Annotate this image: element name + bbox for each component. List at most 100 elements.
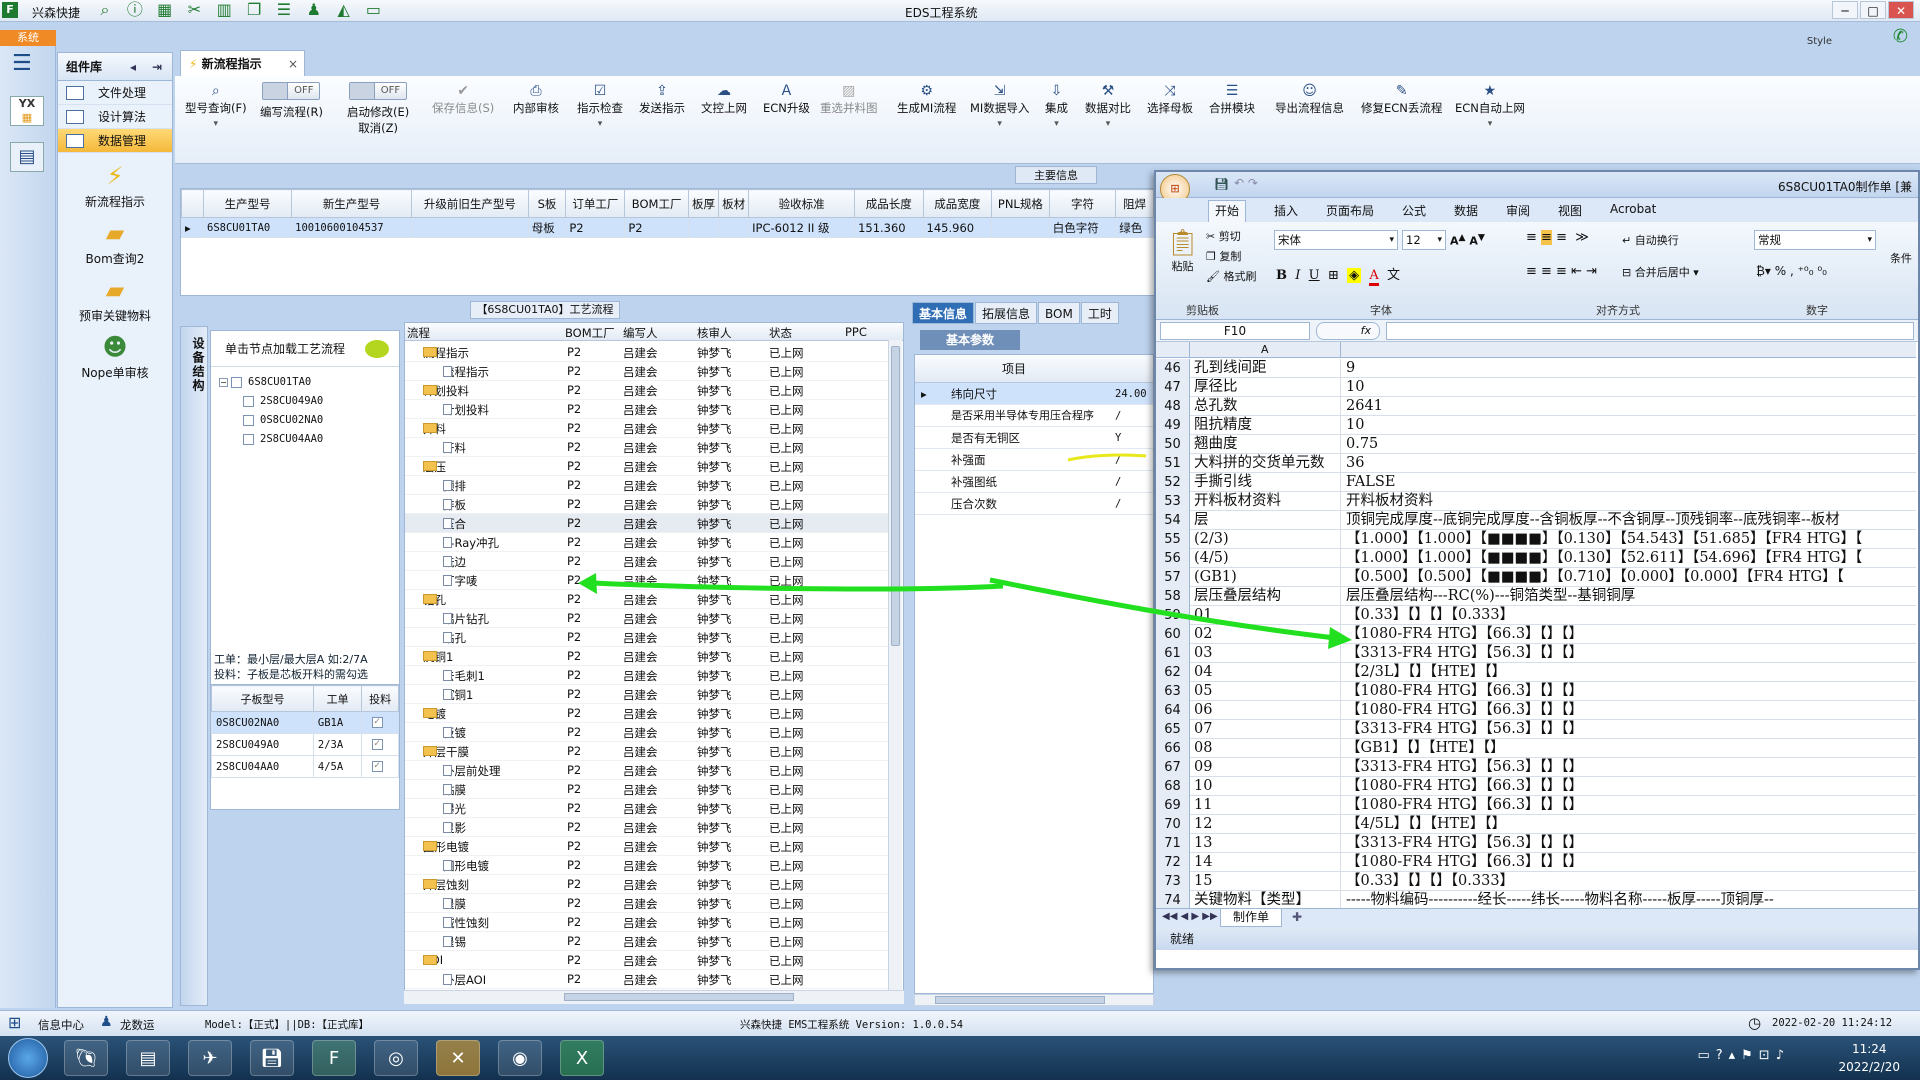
cell-a[interactable]: 06 (1194, 701, 1212, 720)
send-instruction-button[interactable]: ⇪ 发送指示 (639, 82, 685, 116)
process-row[interactable]: 流程指示 P2 吕建会 钟梦飞 已上网 (405, 362, 895, 381)
status-cell[interactable]: 已上网 (769, 592, 804, 608)
copy-icon[interactable]: ❐ (241, 0, 267, 20)
cell-b[interactable]: 开料板材资料 (1346, 492, 1433, 511)
writer-cell[interactable]: 吕建会 (623, 345, 658, 361)
instruction-check-button[interactable]: ☑ 指示检查 ▾ (577, 82, 623, 129)
align-vertical-icons[interactable]: ≡ ≡ ≡ ≫ (1526, 230, 1589, 245)
cell-a[interactable]: 02 (1194, 625, 1212, 644)
process-row[interactable]: 显影 P2 吕建会 钟梦飞 已上网 (405, 818, 895, 837)
writer-cell[interactable]: 吕建会 (623, 497, 658, 513)
column-header[interactable]: 工单 (312, 685, 363, 712)
row-number[interactable]: 53 (1156, 492, 1190, 511)
reviewer-cell[interactable]: 钟梦飞 (697, 554, 732, 570)
edit-process-toggle[interactable]: OFF 编写流程(R) (260, 82, 323, 120)
material-review-shortcut[interactable]: ▰ 预审关键物料 (58, 277, 172, 324)
row-number[interactable]: 61 (1156, 644, 1190, 663)
cell-a[interactable]: 11 (1194, 796, 1212, 815)
table-cell[interactable]: P2 (565, 217, 626, 238)
table-cell[interactable]: 151.360 (854, 217, 924, 238)
row-number[interactable]: 46 (1156, 359, 1190, 378)
row-number[interactable]: 70 (1156, 815, 1190, 834)
table-cell[interactable]: 0S8CU02NA0 (211, 711, 314, 734)
sheet-row[interactable]: 46 孔到线间距 9 (1156, 359, 1916, 378)
bom-factory-cell[interactable]: P2 (567, 668, 581, 682)
font-name-select[interactable]: 宋体 ▾ (1274, 230, 1398, 250)
film-icon[interactable]: ▥ (211, 0, 237, 20)
checkbox[interactable] (243, 414, 254, 426)
process-row[interactable]: X-Ray冲孔 P2 吕建会 钟梦飞 已上网 (405, 533, 895, 552)
status-cell[interactable]: 已上网 (769, 459, 804, 475)
writer-cell[interactable]: 吕建会 (623, 915, 658, 931)
writer-cell[interactable]: 吕建会 (623, 421, 658, 437)
merge-module-button[interactable]: ☰ 合拼模块 (1209, 82, 1255, 116)
bom-factory-cell[interactable]: P2 (567, 915, 581, 929)
column-header[interactable]: S板 (527, 189, 567, 218)
row-number[interactable]: 63 (1156, 682, 1190, 701)
collapse-left-icon[interactable]: ◂ (130, 53, 136, 81)
param-value[interactable]: / (1115, 493, 1121, 515)
param-value[interactable]: 24.00 (1115, 383, 1147, 405)
process-row[interactable]: 压合 P2 吕建会 钟梦飞 已上网 (405, 514, 895, 533)
process-row[interactable]: −外层蚀刻 P2 吕建会 钟梦飞 已上网 (405, 875, 895, 894)
save-info-button[interactable]: ✔ 保存信息(S) (432, 82, 494, 116)
grid-icon[interactable]: ▦ (152, 0, 178, 20)
sheet-row[interactable]: 55 (2/3) 【1.000】【1.000】【■■■■】【0.130】【54.54… (1156, 530, 1916, 549)
cell-a[interactable]: 09 (1194, 758, 1212, 777)
reviewer-cell[interactable]: 钟梦飞 (697, 725, 732, 741)
process-row[interactable]: 钻孔 P2 吕建会 钟梦飞 已上网 (405, 628, 895, 647)
reviewer-cell[interactable]: 钟梦飞 (697, 915, 732, 931)
excel-taskbar-icon[interactable]: X (560, 1040, 604, 1076)
bom-factory-cell[interactable]: P2 (567, 782, 581, 796)
table-cell[interactable]: 10010600104537 (291, 217, 412, 238)
sheet-row[interactable]: 66 08 【GB1】【】【HTE】【】 (1156, 739, 1916, 758)
component-item-algorithm[interactable]: 设计算法 (58, 105, 172, 129)
taskbar-clock[interactable]: 11:24 2022/2/20 (1838, 1040, 1900, 1076)
menu-icon[interactable]: ☰ (12, 53, 38, 75)
column-header[interactable]: 流程 (407, 325, 430, 341)
cell-a[interactable]: 孔到线间距 (1194, 359, 1267, 378)
cell-b[interactable]: 【0.33】【】【】【0.333】 (1346, 606, 1514, 625)
name-box[interactable]: F10 (1160, 322, 1310, 340)
minimize-icon[interactable]: ─ (1832, 1, 1858, 19)
table-row[interactable]: 2S8CU04AA0 4/5A ✓ (211, 755, 399, 778)
disk-icon[interactable]: 💾︎ (250, 1040, 294, 1076)
writer-cell[interactable]: 吕建会 (623, 839, 658, 855)
cell-a[interactable]: 07 (1194, 720, 1212, 739)
writer-cell[interactable]: 吕建会 (623, 953, 658, 969)
reviewer-cell[interactable]: 钟梦飞 (697, 839, 732, 855)
select-all-corner[interactable] (1156, 342, 1190, 358)
bom-factory-cell[interactable]: P2 (567, 801, 581, 815)
column-header[interactable]: 订单工厂 (565, 189, 626, 218)
reviewer-cell[interactable]: 钟梦飞 (697, 820, 732, 836)
row-number[interactable]: 58 (1156, 587, 1190, 606)
reviewer-cell[interactable]: 钟梦飞 (697, 459, 732, 475)
bom-factory-cell[interactable]: P2 (567, 459, 581, 473)
copy-button[interactable]: ❐ 复制 (1206, 248, 1241, 264)
table-cell[interactable]: 2/3A (312, 733, 363, 756)
network-app-icon[interactable]: ◉ (498, 1040, 542, 1076)
bom-factory-cell[interactable]: P2 (567, 763, 581, 777)
status-cell[interactable]: 已上网 (769, 687, 804, 703)
cell-b[interactable]: 【3313-FR4 HTG】【56.3】【】【】 (1346, 758, 1583, 777)
main-info-title[interactable]: 主要信息 (1015, 166, 1097, 184)
toggle-switch[interactable]: OFF (262, 82, 321, 100)
paste-button[interactable]: 📋︎ 粘贴 (1166, 228, 1199, 274)
integrate-button[interactable]: ⇩ 集成 ▾ (1045, 82, 1068, 129)
bom-factory-cell[interactable]: P2 (567, 820, 581, 834)
grid-icon[interactable]: ⊞ (8, 1013, 21, 1032)
writer-cell[interactable]: 吕建会 (623, 972, 658, 988)
table-cell[interactable]: 绿色 (1115, 217, 1154, 238)
users-icon[interactable]: ♟ (301, 0, 327, 20)
row-number[interactable]: 59 (1156, 606, 1190, 625)
select-motherboard-button[interactable]: ⤨ 选择母板 (1147, 82, 1193, 116)
tab-basic-info[interactable]: 基本信息 (912, 302, 975, 324)
internal-review-button[interactable]: ⎙ 内部审核 (513, 82, 559, 116)
cell-b[interactable]: 【1080-FR4 HTG】【66.3】【】【】 (1346, 701, 1583, 720)
phonetic-icon[interactable]: 文 (1387, 268, 1400, 283)
row-number[interactable]: 54 (1156, 511, 1190, 530)
process-row[interactable]: −计划投料 P2 吕建会 钟梦飞 已上网 (405, 381, 895, 400)
cell-b[interactable]: 【0.500】【0.500】【■■■■】【0.710】【0.000】【0.000… (1346, 568, 1844, 587)
table-cell[interactable] (718, 217, 750, 238)
phone-icon[interactable]: ✆ (1893, 26, 1908, 47)
